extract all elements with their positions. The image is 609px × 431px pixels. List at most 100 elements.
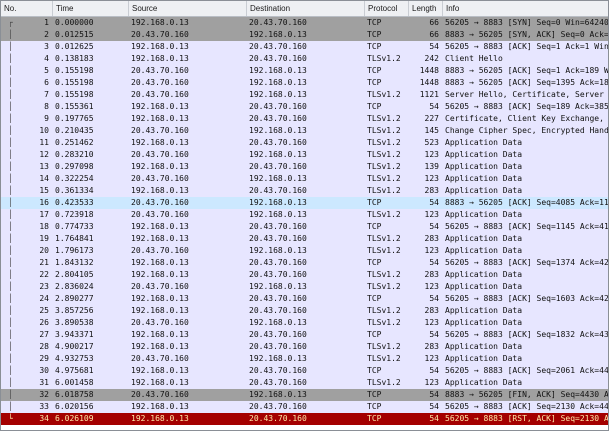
packet-info: 56205 → 8883 [ACK] Seq=1832 Ack=43 — [445, 330, 608, 339]
packet-protocol: TCP — [367, 66, 382, 75]
packet-row[interactable]: 22 2.804105 192.168.0.13 20.43.70.160 TLSv1.… — [1, 269, 608, 281]
packet-row[interactable]: 2 0.012515 20.43.70.160 192.168.0.13 TCP 66 88… — [1, 29, 608, 41]
packet-row[interactable]: 13 0.297098 192.168.0.13 20.43.70.160 TLSv1.… — [1, 161, 608, 173]
packet-protocol: TCP — [367, 102, 382, 111]
packet-protocol: TLSv1.2 — [367, 234, 401, 243]
packet-row[interactable]: 11 0.251462 192.168.0.13 20.43.70.160 TLSv1.… — [1, 137, 608, 149]
packet-time: 0.322254 — [55, 174, 94, 183]
packet-list-pane[interactable]: No. Time Source Destination Protocol Len… — [0, 0, 609, 431]
packet-length: 54 — [429, 198, 439, 207]
packet-row[interactable]: 10 0.210435 20.43.70.160 192.168.0.13 TLSv1.… — [1, 125, 608, 137]
conversation-line-icon: │ — [8, 30, 13, 39]
packet-length: 283 — [424, 186, 439, 195]
packet-row[interactable]: 12 0.283210 20.43.70.160 192.168.0.13 TLSv1.… — [1, 149, 608, 161]
packet-length: 54 — [429, 42, 439, 51]
packet-protocol: TLSv1.2 — [367, 318, 401, 327]
packet-source: 192.168.0.13 — [131, 306, 189, 315]
conversation-line-icon: │ — [8, 102, 13, 111]
packet-info: 8883 → 56205 [FIN, ACK] Seq=4430 A — [445, 390, 608, 399]
packet-row[interactable]: 21 1.843132 192.168.0.13 20.43.70.160 TCP 54 5… — [1, 257, 608, 269]
packet-info: Application Data — [445, 270, 523, 279]
packet-time: 0.155198 — [55, 90, 94, 99]
conversation-line-icon: │ — [8, 162, 13, 171]
packet-row[interactable]: 16 0.423533 20.43.70.160 192.168.0.13 TCP 54 8… — [1, 197, 608, 209]
packet-row[interactable]: 9 0.197765 192.168.0.13 20.43.70.160 TLSv1.2… — [1, 113, 608, 125]
conversation-line-icon: │ — [8, 258, 13, 267]
column-header-time[interactable]: Time — [53, 1, 129, 16]
conversation-line-icon: │ — [8, 126, 13, 135]
packet-protocol: TCP — [367, 18, 382, 27]
packet-protocol: TCP — [367, 78, 382, 87]
packet-row[interactable]: 25 3.857256 192.168.0.13 20.43.70.160 TLSv1.… — [1, 305, 608, 317]
packet-row[interactable]: 1 0.000000 192.168.0.13 20.43.70.160 TCP 66 56… — [1, 17, 608, 29]
packet-protocol: TLSv1.2 — [367, 114, 401, 123]
conversation-line-icon: │ — [8, 306, 13, 315]
packet-source: 20.43.70.160 — [131, 30, 189, 39]
packet-row[interactable]: 31 6.001458 192.168.0.13 20.43.70.160 TLSv1.… — [1, 377, 608, 389]
packet-row[interactable]: 17 0.723918 20.43.70.160 192.168.0.13 TLSv1.… — [1, 209, 608, 221]
column-header-length[interactable]: Length — [409, 1, 443, 16]
packet-destination: 192.168.0.13 — [249, 282, 307, 291]
conversation-line-icon: │ — [8, 342, 13, 351]
packet-row[interactable]: 23 2.836024 20.43.70.160 192.168.0.13 TLSv1.… — [1, 281, 608, 293]
packet-row[interactable]: 7 0.155198 20.43.70.160 192.168.0.13 TLSv1.2… — [1, 89, 608, 101]
packet-source: 192.168.0.13 — [131, 342, 189, 351]
packet-row[interactable]: 27 3.943371 192.168.0.13 20.43.70.160 TCP 54 5… — [1, 329, 608, 341]
packet-source: 20.43.70.160 — [131, 150, 189, 159]
column-header-no[interactable]: No. — [1, 1, 53, 16]
packet-row[interactable]: 14 0.322254 20.43.70.160 192.168.0.13 TLSv1.… — [1, 173, 608, 185]
packet-row[interactable]: 4 0.138183 192.168.0.13 20.43.70.160 TLSv1.2… — [1, 53, 608, 65]
packet-info: Application Data — [445, 138, 523, 147]
packet-row[interactable]: 32 6.018758 20.43.70.160 192.168.0.13 TCP 54 8… — [1, 389, 608, 401]
packet-length: 54 — [429, 258, 439, 267]
packet-row[interactable]: 8 0.155361 192.168.0.13 20.43.70.160 TCP 54 56… — [1, 101, 608, 113]
packet-time: 2.804105 — [55, 270, 94, 279]
packet-time: 0.423533 — [55, 198, 94, 207]
packet-row[interactable]: 29 4.932753 20.43.70.160 192.168.0.13 TLSv1.… — [1, 353, 608, 365]
packet-row[interactable]: 33 6.020156 192.168.0.13 20.43.70.160 TCP 54 5… — [1, 401, 608, 413]
packet-row[interactable]: 28 4.900217 192.168.0.13 20.43.70.160 TLSv1.… — [1, 341, 608, 353]
conversation-line-icon: │ — [8, 366, 13, 375]
packet-info: 56205 → 8883 [SYN] Seq=0 Win=64240 — [445, 18, 608, 27]
packet-row[interactable]: 30 4.975681 192.168.0.13 20.43.70.160 TCP 54 5… — [1, 365, 608, 377]
packet-protocol: TCP — [367, 258, 382, 267]
conversation-end-icon: └ — [8, 414, 13, 423]
packet-time: 0.000000 — [55, 18, 94, 27]
packet-length: 1121 — [419, 90, 439, 99]
packet-destination: 20.43.70.160 — [249, 270, 307, 279]
column-header-source[interactable]: Source — [129, 1, 247, 16]
packet-row[interactable]: 19 1.764841 192.168.0.13 20.43.70.160 TLSv1.… — [1, 233, 608, 245]
packet-time: 3.943371 — [55, 330, 94, 339]
packet-destination: 192.168.0.13 — [249, 318, 307, 327]
packet-info: 56205 → 8883 [ACK] Seq=2130 Ack=44 — [445, 402, 608, 411]
packet-destination: 192.168.0.13 — [249, 150, 307, 159]
packet-destination: 20.43.70.160 — [249, 234, 307, 243]
packet-protocol: TLSv1.2 — [367, 90, 401, 99]
packet-destination: 20.43.70.160 — [249, 42, 307, 51]
packet-source: 20.43.70.160 — [131, 78, 189, 87]
packet-row[interactable]: 3 0.012625 192.168.0.13 20.43.70.160 TCP 54 56… — [1, 41, 608, 53]
packet-row[interactable]: 5 0.155198 20.43.70.160 192.168.0.13 TCP 1448… — [1, 65, 608, 77]
packet-length: 123 — [424, 378, 439, 387]
conversation-line-icon: │ — [8, 246, 13, 255]
packet-length: 283 — [424, 270, 439, 279]
packet-row[interactable]: 24 2.890277 192.168.0.13 20.43.70.160 TCP 54 5… — [1, 293, 608, 305]
packet-row[interactable]: 34 6.026109 192.168.0.13 20.43.70.160 TCP 54 5… — [1, 413, 608, 425]
packet-protocol: TLSv1.2 — [367, 210, 401, 219]
packet-protocol: TLSv1.2 — [367, 174, 401, 183]
column-header-info[interactable]: Info — [443, 1, 608, 16]
packet-row[interactable]: 26 3.890538 20.43.70.160 192.168.0.13 TLSv1.… — [1, 317, 608, 329]
packet-source: 20.43.70.160 — [131, 390, 189, 399]
packet-row[interactable]: 18 0.774733 192.168.0.13 20.43.70.160 TCP 54 5… — [1, 221, 608, 233]
column-header-destination[interactable]: Destination — [247, 1, 365, 16]
packet-destination: 20.43.70.160 — [249, 342, 307, 351]
packet-time: 0.723918 — [55, 210, 94, 219]
packet-row[interactable]: 6 0.155198 20.43.70.160 192.168.0.13 TCP 1448… — [1, 77, 608, 89]
packet-row[interactable]: 15 0.361334 192.168.0.13 20.43.70.160 TLSv1.… — [1, 185, 608, 197]
conversation-line-icon: │ — [8, 354, 13, 363]
conversation-line-icon: │ — [8, 210, 13, 219]
packet-source: 20.43.70.160 — [131, 90, 189, 99]
packet-length: 54 — [429, 402, 439, 411]
packet-row[interactable]: 20 1.796173 20.43.70.160 192.168.0.13 TLSv1.… — [1, 245, 608, 257]
column-header-protocol[interactable]: Protocol — [365, 1, 409, 16]
